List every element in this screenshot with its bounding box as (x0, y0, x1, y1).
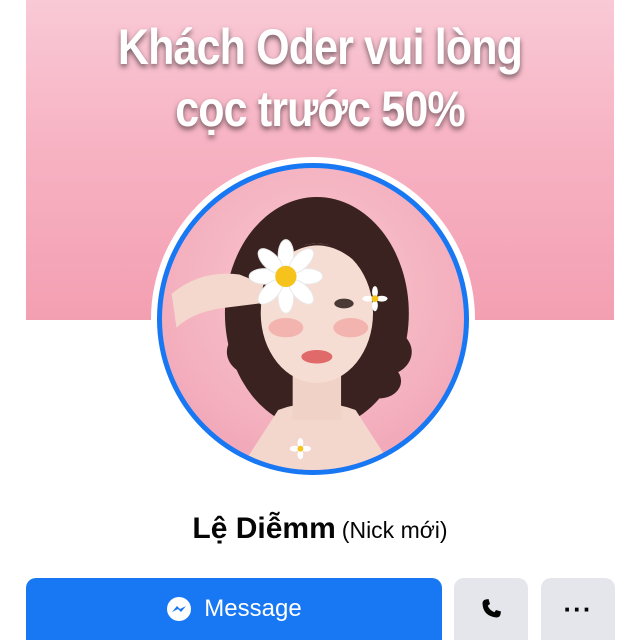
profile-name-row: Lệ Diễmm (Nick mới) (0, 512, 640, 546)
message-button-label: Message (204, 595, 302, 622)
cover-title: Khách Oder vui lòng cọc trước 50% (67, 16, 573, 140)
call-button[interactable] (454, 578, 528, 640)
profile-name: Lệ Diễmm (192, 512, 336, 545)
cover-title-line1: Khách Oder vui lòng (117, 19, 523, 75)
messenger-icon (167, 597, 192, 621)
cover-title-line2: cọc trước 50% (175, 81, 465, 137)
profile-avatar[interactable] (157, 163, 469, 475)
more-button[interactable]: ··· (541, 578, 615, 640)
message-button[interactable]: Message (26, 578, 442, 640)
phone-icon (482, 599, 501, 618)
more-dots-icon: ··· (563, 594, 593, 624)
profile-nickname: (Nick mới) (341, 517, 448, 543)
avatar-image (171, 197, 412, 470)
